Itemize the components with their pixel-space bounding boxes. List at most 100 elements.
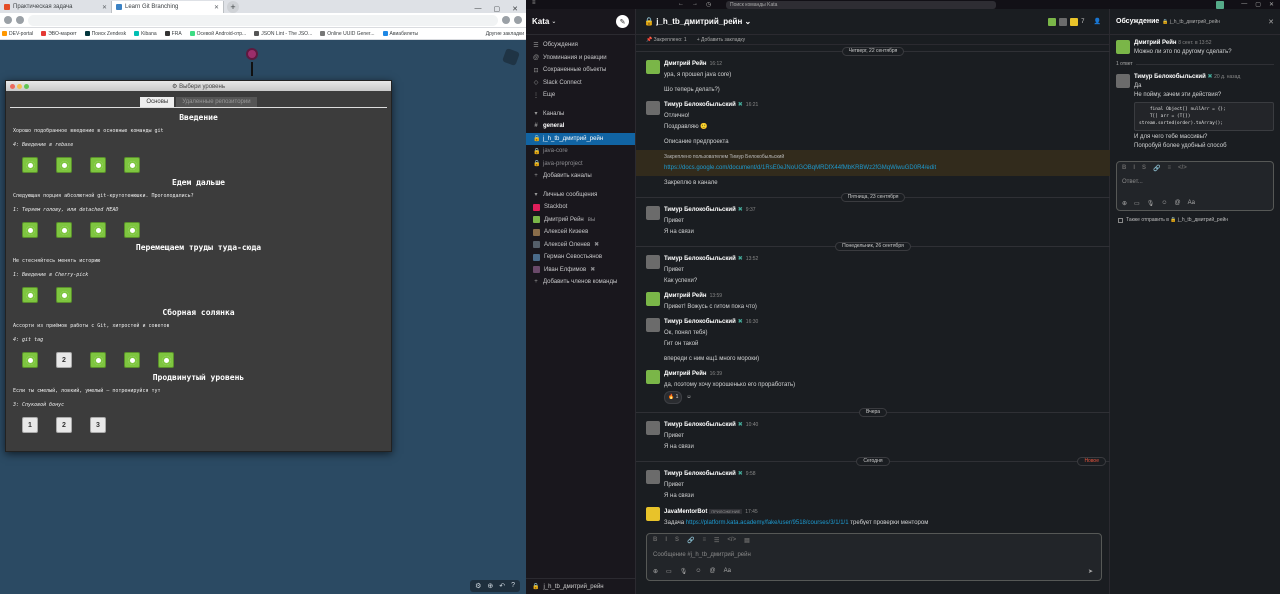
sidebar-item-channel[interactable]: 🔒 java-preproject — [526, 158, 635, 171]
author-name[interactable]: Дмитрий Рейн — [664, 371, 707, 377]
browser-tab[interactable]: Практическая задача ✕ — [0, 1, 112, 13]
avatar[interactable] — [646, 60, 660, 74]
bookmark-item[interactable]: Авиабилеты — [382, 31, 418, 37]
mic-icon[interactable]: 🎙 — [680, 568, 688, 575]
timestamp[interactable]: 16:39 — [710, 371, 723, 377]
compose-icon[interactable]: ✎ — [616, 15, 629, 28]
bookmark-item[interactable]: DEV-portal — [2, 31, 33, 37]
avatar[interactable] — [1116, 74, 1130, 88]
other-bookmarks[interactable]: Другие закладки — [486, 31, 524, 37]
menu-icon[interactable]: ≡ — [532, 0, 536, 6]
sidebar-item-nav[interactable]: ⋮ Еще — [526, 89, 635, 102]
date-label[interactable]: Сегодня — [856, 456, 890, 466]
timestamp[interactable]: 9:58 — [746, 471, 756, 477]
level-button[interactable]: 1 — [22, 417, 38, 433]
sidebar-item-nav[interactable]: ⊡ Сохраненные объекты — [526, 64, 635, 77]
search-input[interactable]: Поиск команды Kata — [726, 0, 996, 9]
list-icon[interactable]: ≡ — [1168, 165, 1172, 171]
timestamp[interactable]: 9:37 — [746, 207, 756, 213]
minimize-icon[interactable]: — — [475, 5, 482, 13]
add-reaction-icon[interactable]: ☺ — [686, 392, 691, 403]
undo-icon[interactable]: ↶ — [499, 582, 505, 590]
level-button[interactable] — [22, 352, 38, 368]
timestamp[interactable]: 16:21 — [746, 102, 759, 108]
text-format-icon[interactable]: Aa — [1188, 200, 1195, 206]
sidebar-item-dm[interactable]: Иван Елфимов ✖ — [526, 264, 635, 277]
author-name[interactable]: Тимур Белокобыльский — [664, 256, 736, 262]
sidebar-item-nav[interactable]: @ Упоминания и реакции — [526, 52, 635, 65]
puzzle-icon[interactable] — [502, 48, 520, 66]
avatar[interactable] — [646, 318, 660, 332]
avatar[interactable] — [646, 255, 660, 269]
sidebar-item-nav[interactable]: ☰ Обсуждения — [526, 39, 635, 52]
add-bookmark-button[interactable]: + Добавить закладку — [697, 37, 745, 43]
author-name[interactable]: JavaMentorBot — [664, 509, 707, 515]
bookmark-item[interactable]: Осевой Android-отр... — [189, 31, 246, 37]
bookmark-item[interactable]: Поиск Zendesk — [84, 31, 126, 37]
level-button[interactable] — [90, 222, 106, 238]
checkbox-icon[interactable] — [1118, 217, 1123, 223]
link-icon[interactable]: 🔗 — [687, 537, 694, 544]
level-button[interactable] — [56, 222, 72, 238]
history-icon[interactable]: ◷ — [706, 1, 711, 8]
maximize-icon[interactable]: ▢ — [494, 5, 501, 13]
timestamp[interactable]: 17:45 — [745, 509, 758, 515]
level-button[interactable] — [124, 352, 140, 368]
sidebar-item-dm[interactable]: Алексей Кизеев — [526, 226, 635, 239]
sidebar-item-nav[interactable]: ◇ Slack Connect — [526, 77, 635, 90]
plus-icon[interactable]: ⊕ — [653, 568, 658, 575]
bold-icon[interactable]: B — [653, 537, 657, 543]
sidebar-footer[interactable]: 🔒 j_h_tb_дмитрий_рейн — [526, 578, 636, 594]
sidebar-item-dm[interactable]: Алексей Оленев ✖ — [526, 239, 635, 252]
video-icon[interactable]: ▭ — [1134, 200, 1140, 207]
add-members-button[interactable]: + Добавить членов команды — [526, 276, 635, 289]
send-icon[interactable]: ➤ — [1088, 568, 1093, 575]
level-button[interactable] — [90, 157, 106, 173]
level-button[interactable] — [158, 352, 174, 368]
list-icon[interactable]: ≡ — [703, 537, 707, 543]
minimize-icon[interactable]: — — [1241, 1, 1247, 8]
avatar[interactable] — [646, 370, 660, 384]
forward-icon[interactable]: → — [692, 1, 698, 8]
bookmark-item[interactable]: Kibana — [134, 31, 157, 37]
strike-icon[interactable]: S — [675, 537, 679, 543]
close-window-icon[interactable]: ✕ — [1269, 1, 1274, 8]
bookmark-item[interactable]: Online UUID Gener... — [320, 31, 375, 37]
level-button[interactable]: 3 — [90, 417, 106, 433]
message-input[interactable]: Сообщение #j_h_tb_дмитрий_рейн — [647, 546, 1101, 564]
timestamp[interactable]: 16:30 — [746, 319, 759, 325]
timestamp[interactable]: 13:52 — [746, 256, 759, 262]
author-name[interactable]: Тимур Белокобыльский — [664, 471, 736, 477]
zoom-icon[interactable]: ⊕ — [487, 582, 493, 590]
code-icon[interactable]: </> — [1178, 165, 1187, 171]
level-button[interactable]: 2 — [56, 352, 72, 368]
bookmark-item[interactable]: FRA — [164, 31, 182, 37]
plus-icon[interactable]: ⊕ — [1122, 200, 1127, 207]
help-icon[interactable]: ? — [511, 582, 515, 590]
date-label[interactable]: Четверг, 22 сентября — [841, 46, 905, 56]
reaction-chip[interactable]: 🔥 1 — [664, 391, 683, 404]
message-link[interactable]: https://docs.google.com/document/d/1RsE0… — [664, 163, 1110, 174]
author-name[interactable]: Тимур Белокобыльский — [664, 102, 736, 108]
sidebar-item-dm[interactable]: Герман Севостьянов — [526, 251, 635, 264]
sidebar-item-channel[interactable]: 🔒 java-core — [526, 145, 635, 158]
settings-icon[interactable]: ⚙ — [475, 582, 481, 590]
author-name[interactable]: Тимур Белокобыльский — [664, 319, 736, 325]
profile-icon[interactable] — [514, 16, 522, 24]
maximize-icon[interactable]: ▢ — [1255, 1, 1261, 8]
level-button[interactable] — [124, 222, 140, 238]
bold-icon[interactable]: B — [1122, 165, 1126, 171]
browser-tab[interactable]: Learn Git Branching ✕ — [112, 1, 224, 13]
reply-input[interactable]: Ответ... — [1117, 174, 1273, 196]
avatar[interactable] — [646, 101, 660, 115]
code-icon[interactable]: </> — [727, 537, 736, 543]
sidebar-item-channel[interactable]: + Добавить каналы — [526, 170, 635, 183]
level-button[interactable]: 2 — [56, 417, 72, 433]
tab-basics[interactable]: Основы — [140, 97, 175, 107]
text-format-icon[interactable]: Aa — [724, 568, 731, 574]
mic-icon[interactable]: 🎙 — [1147, 200, 1155, 207]
tab-remote[interactable]: Удаленные репозитории — [176, 97, 257, 107]
extensions-icon[interactable] — [502, 16, 510, 24]
url-input[interactable] — [28, 14, 498, 26]
strike-icon[interactable]: S — [1142, 165, 1146, 171]
